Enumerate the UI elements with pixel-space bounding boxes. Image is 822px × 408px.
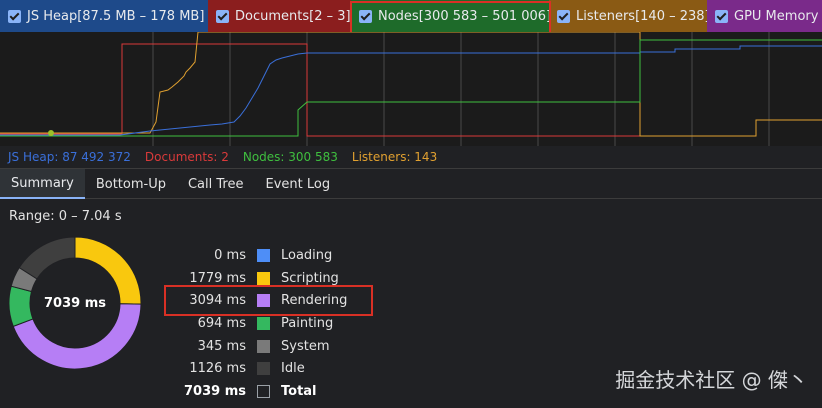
donut-total-label: 7039 ms (44, 295, 106, 311)
legend-documents[interactable]: Documents[2 – 3] (208, 0, 351, 32)
stat-label: Total (281, 383, 317, 399)
stat-row-rendering: 3094 ms Rendering (160, 289, 400, 312)
stat-label: Scripting (281, 270, 339, 286)
documents-line (0, 39, 822, 137)
listeners-line (0, 32, 822, 137)
checkbox-icon[interactable] (715, 9, 728, 23)
legend-js-heap[interactable]: JS Heap[87.5 MB – 178 MB] (0, 0, 208, 32)
checkbox-icon[interactable] (216, 9, 229, 23)
counter-readout: JS Heap: 87 492 372 Documents: 2 Nodes: … (0, 146, 822, 168)
legend-label: JS Heap[87.5 MB – 178 MB] (27, 8, 205, 24)
stat-label: System (281, 338, 330, 354)
graph-marker (48, 130, 54, 136)
stat-value: 345 ms (197, 338, 246, 354)
color-swatch (257, 316, 270, 330)
checkbox-icon[interactable] (359, 9, 372, 23)
color-swatch (257, 339, 270, 353)
stat-value: 1779 ms (189, 270, 246, 286)
watermark-text: 掘金技术社区 @ 傑丶 (615, 368, 808, 392)
legend-nodes[interactable]: Nodes[300 583 – 501 006] (351, 0, 552, 32)
legend-label: GPU Memory (734, 8, 819, 24)
nodes-line (0, 39, 822, 137)
legend-label: Listeners[140 – 238] (576, 8, 710, 24)
color-swatch (257, 271, 270, 285)
color-swatch (257, 248, 270, 262)
js-heap-line (0, 45, 822, 136)
stat-row-idle: 1126 ms Idle (160, 357, 400, 380)
stat-label: Idle (281, 361, 305, 377)
summary-stats: 0 ms Loading 1779 ms Scripting 3094 ms R… (160, 244, 400, 403)
stat-value: 1126 ms (189, 361, 246, 377)
counter-legend: JS Heap[87.5 MB – 178 MB] Documents[2 – … (0, 0, 822, 32)
legend-label: Nodes[300 583 – 501 006] (378, 8, 552, 24)
tab-bottom-up[interactable]: Bottom-Up (85, 169, 177, 199)
stat-row-loading: 0 ms Loading (160, 244, 400, 267)
stat-value: 7039 ms (184, 383, 246, 399)
stat-row-painting: 694 ms Painting (160, 312, 400, 335)
tab-call-tree[interactable]: Call Tree (177, 169, 255, 199)
color-swatch (257, 384, 270, 398)
legend-label: Documents[2 – 3] (235, 8, 351, 24)
tab-summary[interactable]: Summary (0, 169, 85, 199)
readout-documents: Documents: 2 (144, 150, 229, 164)
checkbox-icon[interactable] (8, 9, 21, 23)
stat-label: Painting (281, 315, 334, 331)
color-swatch (257, 294, 270, 308)
stat-row-scripting: 1779 ms Scripting (160, 267, 400, 290)
stat-value: 3094 ms (189, 293, 246, 309)
stat-row-total: 7039 ms Total (160, 380, 400, 403)
readout-js-heap: JS Heap: 87 492 372 (8, 150, 131, 164)
stat-value: 694 ms (197, 315, 246, 331)
readout-nodes: Nodes: 300 583 (242, 150, 338, 164)
stat-label: Rendering (281, 293, 348, 309)
stat-row-system: 345 ms System (160, 335, 400, 358)
summary-range: Range: 0 – 7.04 s (9, 209, 122, 224)
legend-gpu-memory[interactable]: GPU Memory (707, 0, 822, 32)
color-swatch (257, 362, 270, 376)
counter-graph (0, 32, 822, 146)
stat-value: 0 ms (214, 247, 246, 263)
legend-listeners[interactable]: Listeners[140 – 238] (549, 0, 710, 32)
details-tabs: Summary Bottom-Up Call Tree Event Log (0, 168, 822, 199)
counter-graph-svg (0, 32, 822, 146)
readout-listeners: Listeners: 143 (351, 150, 438, 164)
checkbox-icon[interactable] (557, 9, 570, 23)
tab-event-log[interactable]: Event Log (254, 169, 341, 199)
stat-label: Loading (281, 247, 333, 263)
